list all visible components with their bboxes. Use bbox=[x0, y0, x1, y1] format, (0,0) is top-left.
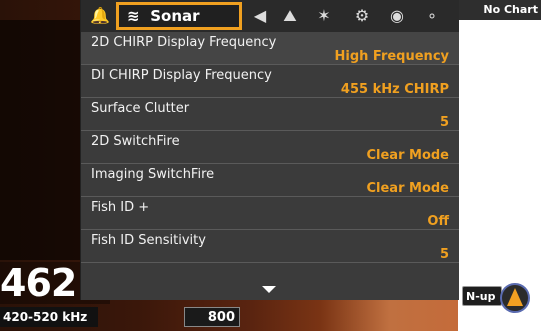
menu-item-value: 5 bbox=[439, 115, 449, 130]
alarm-icon[interactable]: 🔔 bbox=[89, 4, 111, 28]
menu-item-2d-chirp-display-frequency[interactable]: 2D CHIRP Display Frequency High Frequenc… bbox=[81, 32, 459, 65]
chart-panel[interactable]: No Chart N-up bbox=[458, 0, 541, 331]
orientation-label[interactable]: N-up bbox=[462, 286, 502, 306]
accessories-icon[interactable]: ∘ bbox=[421, 4, 443, 28]
settings-icon[interactable]: ⚙ bbox=[351, 4, 373, 28]
menu-item-fish-id-sensitivity[interactable]: Fish ID Sensitivity 5 bbox=[81, 230, 459, 263]
menu-item-imaging-switchfire[interactable]: Imaging SwitchFire Clear Mode bbox=[81, 164, 459, 197]
tab-sonar-label: Sonar bbox=[150, 7, 200, 25]
radar-icon[interactable]: ✶ bbox=[313, 4, 335, 28]
menu-item-fish-id-plus[interactable]: Fish ID + Off bbox=[81, 197, 459, 230]
frequency-label: 420-520 kHz bbox=[0, 307, 98, 327]
tab-sonar[interactable]: ≋ Sonar bbox=[116, 2, 242, 30]
sonar-menu[interactable]: 🔔 ≋ Sonar ◀ ⛰ ✶ ⚙ ◉ ∘ 2D CHIRP Display F… bbox=[80, 0, 459, 300]
no-chart-label: No Chart bbox=[458, 0, 541, 20]
menu-item-label: Fish ID + bbox=[91, 200, 150, 215]
menu-item-label: Fish ID Sensitivity bbox=[91, 233, 206, 248]
views-icon[interactable]: ◉ bbox=[386, 4, 408, 28]
menu-item-di-chirp-display-frequency[interactable]: DI CHIRP Display Frequency 455 kHz CHIRP bbox=[81, 65, 459, 98]
menu-item-label: 2D SwitchFire bbox=[91, 134, 180, 149]
sonar-shadow bbox=[0, 20, 80, 260]
menu-item-value: Clear Mode bbox=[366, 148, 449, 163]
compass-icon[interactable] bbox=[500, 283, 530, 313]
sonar-icon: ≋ bbox=[127, 7, 140, 25]
menu-item-label: Surface Clutter bbox=[91, 101, 190, 116]
depth-scale-bottom: 800 bbox=[184, 307, 240, 327]
scroll-down-arrow-icon[interactable] bbox=[262, 286, 276, 293]
compass-needle-icon bbox=[507, 288, 523, 306]
menu-item-2d-switchfire[interactable]: 2D SwitchFire Clear Mode bbox=[81, 131, 459, 164]
menu-item-label: DI CHIRP Display Frequency bbox=[91, 68, 272, 83]
menu-item-value: Clear Mode bbox=[366, 181, 449, 196]
menu-tab-bar: 🔔 ≋ Sonar ◀ ⛰ ✶ ⚙ ◉ ∘ bbox=[81, 0, 459, 33]
chart-icon[interactable]: ⛰ bbox=[279, 4, 301, 28]
menu-item-value: 5 bbox=[439, 247, 449, 262]
menu-item-label: Imaging SwitchFire bbox=[91, 167, 215, 182]
menu-item-surface-clutter[interactable]: Surface Clutter 5 bbox=[81, 98, 459, 131]
menu-item-value: High Frequency bbox=[334, 49, 449, 64]
menu-item-value: Off bbox=[427, 214, 449, 229]
menu-item-value: 455 kHz CHIRP bbox=[340, 82, 449, 97]
menu-item-label: 2D CHIRP Display Frequency bbox=[91, 35, 277, 50]
navigation-icon[interactable]: ◀ bbox=[249, 4, 271, 28]
